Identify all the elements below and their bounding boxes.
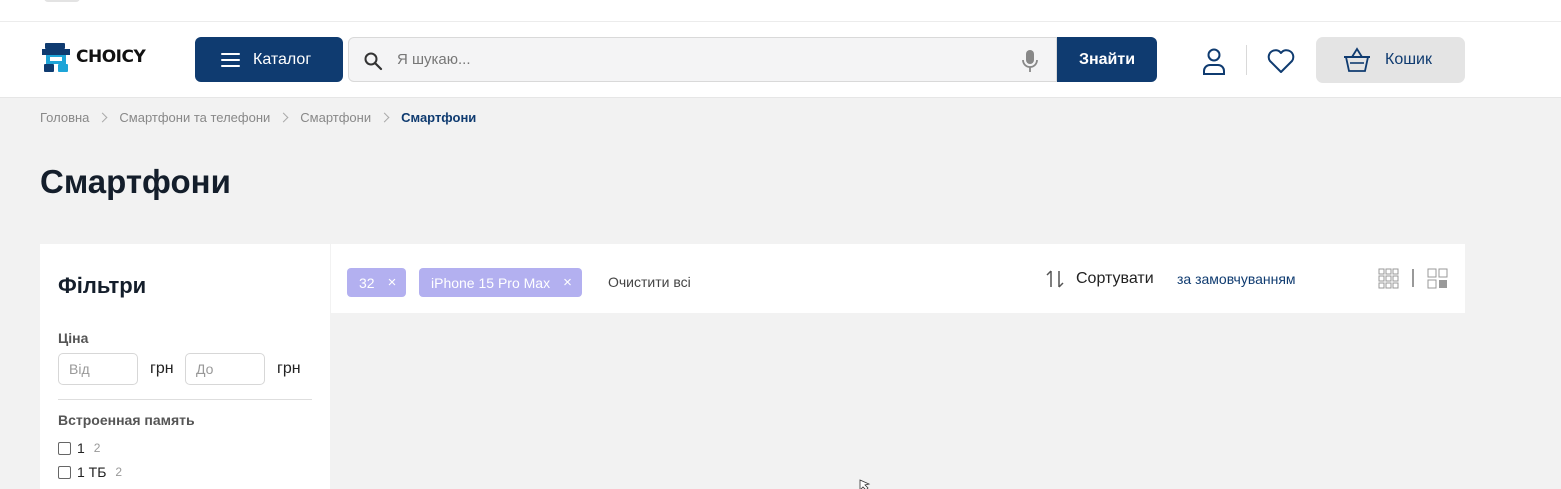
page-title: Смартфони <box>40 163 231 200</box>
option-label: 1 <box>77 440 85 456</box>
chip-label: 32 <box>359 274 375 291</box>
heart-icon[interactable] <box>1266 47 1296 75</box>
find-button[interactable]: Знайти <box>1057 37 1157 82</box>
breadcrumb-phones[interactable]: Смартфони та телефони <box>119 110 270 125</box>
mouse-cursor-icon <box>859 479 871 489</box>
price-from-input[interactable] <box>58 353 138 385</box>
breadcrumb-current: Смартфони <box>401 110 477 125</box>
filter-chip-iphone[interactable]: iPhone 15 Pro Max × <box>419 268 582 297</box>
search-icon <box>364 52 383 71</box>
header-divider <box>1246 45 1247 75</box>
site-header: CHOICY Каталог Знайти <box>0 22 1561 98</box>
filter-divider <box>58 399 312 400</box>
logo[interactable]: CHOICY <box>40 41 146 73</box>
cart-button[interactable]: Кошик <box>1316 37 1465 83</box>
price-to-input[interactable] <box>185 353 265 385</box>
checkbox[interactable] <box>58 441 71 455</box>
products-toolbar: 32 × iPhone 15 Pro Max × Очистити всі Со… <box>331 244 1465 313</box>
chevron-right-icon <box>97 112 108 123</box>
memory-label: Встроенная память <box>58 412 195 428</box>
top-strip-pill <box>44 0 80 2</box>
close-icon[interactable]: × <box>563 274 572 291</box>
option-count: 2 <box>115 465 123 479</box>
currency-label: грн <box>277 360 301 377</box>
grid-view-icon[interactable] <box>1378 268 1399 289</box>
sort-label: Сортувати <box>1076 270 1154 287</box>
view-divider <box>1412 269 1414 287</box>
close-icon[interactable]: × <box>388 274 397 291</box>
logo-icon <box>42 43 70 72</box>
chevron-right-icon <box>379 112 390 123</box>
top-strip <box>0 0 1561 22</box>
microphone-icon[interactable] <box>1021 49 1039 73</box>
option-count: 2 <box>93 441 101 455</box>
chevron-right-icon <box>278 112 289 123</box>
sort-dropdown[interactable]: за замовчуванням <box>1177 271 1296 287</box>
basket-icon <box>1344 47 1370 72</box>
logo-text: CHOICY <box>76 47 146 67</box>
large-grid-view-icon[interactable] <box>1427 268 1448 289</box>
search-box <box>348 37 1057 82</box>
search-input[interactable] <box>397 38 997 81</box>
breadcrumb-home[interactable]: Головна <box>40 110 89 125</box>
sort-icon[interactable] <box>1045 269 1065 289</box>
breadcrumb: Головна Смартфони та телефони Смартфони … <box>40 110 476 125</box>
checkbox[interactable] <box>58 465 71 479</box>
price-label: Ціна <box>58 330 89 346</box>
menu-icon <box>221 52 240 67</box>
memory-option-1tb[interactable]: 1 ТБ 2 <box>58 464 122 480</box>
breadcrumb-smartphones[interactable]: Смартфони <box>300 110 371 125</box>
memory-option-1[interactable]: 1 2 <box>58 440 100 456</box>
currency-label: грн <box>150 360 174 377</box>
filter-chip-32[interactable]: 32 × <box>347 268 407 297</box>
option-label: 1 ТБ <box>77 464 107 480</box>
filters-panel: Фільтри Ціна грн грн Встроенная память 1… <box>40 244 330 489</box>
filters-title: Фільтри <box>58 273 147 298</box>
user-icon[interactable] <box>1200 47 1228 75</box>
cart-label: Кошик <box>1385 51 1432 68</box>
clear-all-link[interactable]: Очистити всі <box>608 274 691 290</box>
catalog-button[interactable]: Каталог <box>195 37 343 82</box>
chip-label: iPhone 15 Pro Max <box>431 274 551 291</box>
catalog-label: Каталог <box>253 50 312 68</box>
